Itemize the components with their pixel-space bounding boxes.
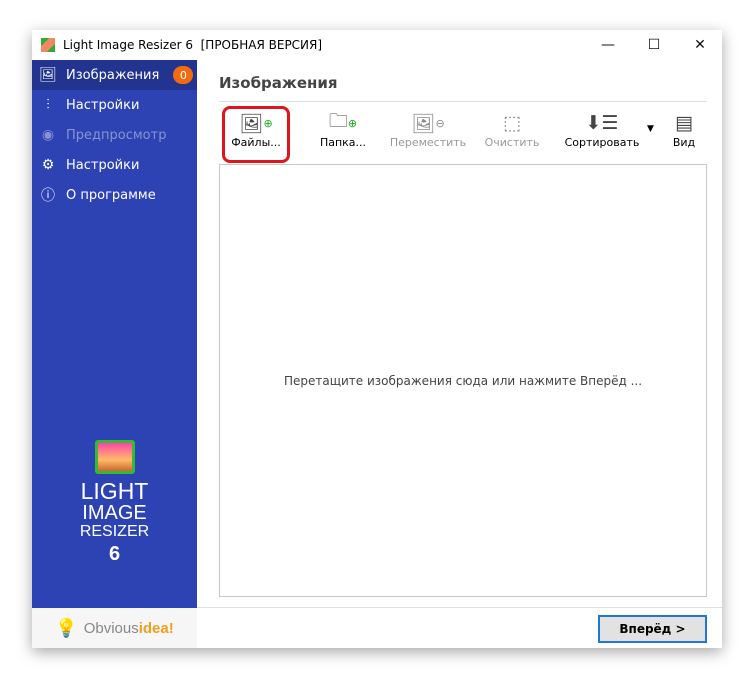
info-icon: ⓘ — [41, 188, 55, 204]
logo-version: 6 — [108, 543, 121, 565]
divider — [197, 607, 722, 608]
logo-line: LIGHT — [80, 478, 149, 504]
images-icon: 🖼 — [39, 67, 57, 83]
toolbar-label: Очистить — [484, 136, 540, 149]
remove-button: 🖼 ⊖ Переместить — [388, 110, 468, 156]
product-logo: LIGHT IMAGE RESIZER 6 — [32, 440, 197, 567]
app-icon — [41, 38, 55, 52]
view-button[interactable]: ▤ Вид — [664, 110, 704, 156]
sort-icon: ⬇☰ — [585, 112, 619, 134]
toolbar-label: Сортировать — [564, 136, 640, 149]
toolbar-label: Вид — [672, 136, 696, 149]
drop-hint: Перетащите изображения сюда или нажмите … — [283, 373, 643, 388]
count-badge: 0 — [173, 66, 194, 84]
close-button[interactable]: ✕ — [677, 30, 723, 60]
add-folder-icon: 🗀 ⊕ — [328, 110, 358, 132]
next-button[interactable]: Вперёд > — [598, 615, 707, 643]
logo-line: RESIZER — [79, 523, 150, 540]
toolbar-label: Переместить — [389, 136, 467, 149]
page-title: Изображения — [219, 74, 338, 92]
lightbulb-icon: 💡 — [55, 617, 78, 638]
app-window: Light Image Resizer 6 [ПРОБНАЯ ВЕРСИЯ] —… — [32, 30, 722, 648]
brand-text: Obvious — [83, 619, 139, 637]
sidebar-item-images[interactable]: 🖼 Изображения 0 — [32, 60, 197, 90]
highlight-frame — [222, 106, 290, 163]
eye-icon: ◉ — [41, 127, 55, 143]
sidebar-item-label: Настройки — [66, 97, 140, 113]
maximize-button[interactable]: ☐ — [631, 30, 677, 60]
window-title: Light Image Resizer 6 [ПРОБНАЯ ВЕРСИЯ] — [63, 38, 323, 52]
remove-image-icon: 🖼 ⊖ — [411, 112, 445, 135]
image-drop-area[interactable]: Перетащите изображения сюда или нажмите … — [219, 164, 707, 597]
sidebar-item-about[interactable]: ⓘ О программе — [32, 180, 197, 210]
divider — [219, 101, 707, 102]
sidebar-item-settings[interactable]: ⫶ Настройки — [32, 90, 197, 120]
clear-icon: ⬚ — [503, 112, 521, 134]
sidebar: 🖼 Изображения 0 ⫶ Настройки ◉ Предпросмо… — [32, 60, 197, 608]
minimize-button[interactable]: — — [585, 30, 631, 60]
sidebar-item-label: Предпросмотр — [66, 127, 167, 143]
gear-icon: ⚙ — [41, 157, 55, 173]
sort-dropdown-arrow-icon[interactable]: ▼ — [647, 124, 654, 134]
sidebar-item-preview: ◉ Предпросмотр — [32, 120, 197, 150]
sidebar-item-label: Изображения — [66, 67, 160, 83]
logo-line: IMAGE — [82, 502, 147, 524]
brand-text-accent: idea! — [138, 619, 174, 637]
brand-logo[interactable]: 💡 Obvious idea! — [32, 608, 197, 648]
view-icon: ▤ — [675, 112, 693, 134]
sort-button[interactable]: ⬇☰ Сортировать — [562, 110, 642, 156]
sidebar-item-label: О программе — [66, 187, 156, 203]
sidebar-item-preferences[interactable]: ⚙ Настройки — [32, 150, 197, 180]
clear-button: ⬚ Очистить — [480, 110, 544, 156]
logo-image-icon — [94, 440, 135, 474]
toolbar-label: Папка... — [319, 136, 367, 149]
sliders-icon: ⫶ — [46, 97, 50, 113]
add-folder-button[interactable]: 🗀 ⊕ Папка... — [315, 110, 371, 156]
title-bar: Light Image Resizer 6 [ПРОБНАЯ ВЕРСИЯ] —… — [32, 30, 722, 60]
sidebar-item-label: Настройки — [66, 157, 140, 173]
